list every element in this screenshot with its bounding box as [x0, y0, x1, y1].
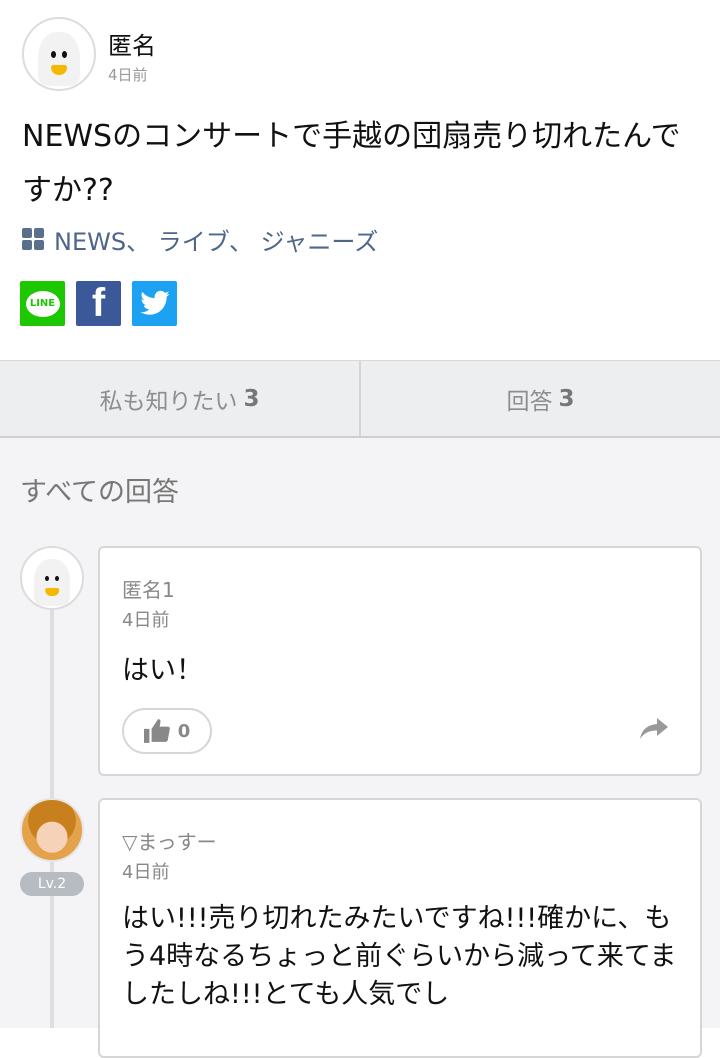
author-avatar[interactable]: [22, 17, 96, 91]
like-count: 0: [177, 720, 191, 742]
answer-body: はい！: [122, 655, 203, 686]
question-section: 匿名 4日前 NEWSのコンサートで手越の団扇売り切れたんですか?? NEWS、…: [0, 0, 720, 360]
answer-avatar[interactable]: [20, 798, 84, 862]
category-links[interactable]: NEWS、 ライブ、 ジャニーズ: [54, 222, 378, 257]
answer-card: ▽まっすー 4日前 はい!!!売り切れたみたいですね!!!確かに、もう4時なるち…: [98, 798, 702, 1058]
answer-date: 4日前: [122, 610, 170, 631]
answer-author[interactable]: 匿名1: [122, 574, 175, 603]
like-button[interactable]: 0: [122, 708, 212, 754]
answers-section: すべての回答 匿名1 4日前 はい！ 0 Lv.2 ▽まっすー 4日前 はい!!…: [0, 438, 720, 1058]
category-list: NEWS、 ライブ、 ジャニーズ: [22, 222, 378, 256]
author-name[interactable]: 匿名: [108, 26, 156, 61]
tab-answers-label: 回答: [506, 388, 553, 415]
level-badge: Lv.2: [20, 872, 84, 896]
answer-body: はい!!!売り切れたみたいですね!!!確かに、もう4時なるちょっと前ぐらいから減…: [122, 903, 677, 1010]
facebook-share-button[interactable]: f: [76, 281, 121, 326]
answer-date: 4日前: [122, 862, 170, 883]
answer-author[interactable]: ▽まっすー: [122, 826, 217, 855]
line-icon: LINE: [25, 290, 60, 317]
thumbs-up-icon: [143, 719, 170, 743]
tab-me-too-label: 私も知りたい: [99, 388, 238, 415]
grid-icon: [22, 228, 44, 250]
question-title: NEWSのコンサートで手越の団扇売り切れたんですか??: [22, 119, 681, 208]
tab-answers-count: 3: [558, 385, 575, 412]
share-arrow-icon[interactable]: [640, 718, 668, 740]
answer-avatar[interactable]: [20, 546, 84, 610]
post-date: 4日前: [108, 66, 148, 84]
facebook-icon: f: [91, 281, 106, 325]
answer-card: 匿名1 4日前 はい！ 0: [98, 546, 702, 776]
tab-me-too-count: 3: [243, 385, 260, 412]
answers-heading: すべての回答: [20, 477, 180, 508]
ghost-avatar-icon: [34, 558, 70, 606]
question-tabs: 私も知りたい 3 回答 3: [0, 360, 720, 438]
line-share-button[interactable]: LINE: [20, 281, 65, 326]
ghost-avatar-icon: [38, 31, 80, 87]
twitter-icon: [139, 290, 170, 315]
twitter-share-button[interactable]: [132, 281, 177, 326]
tab-me-too[interactable]: 私も知りたい 3: [0, 361, 359, 436]
tab-answers[interactable]: 回答 3: [359, 361, 720, 436]
